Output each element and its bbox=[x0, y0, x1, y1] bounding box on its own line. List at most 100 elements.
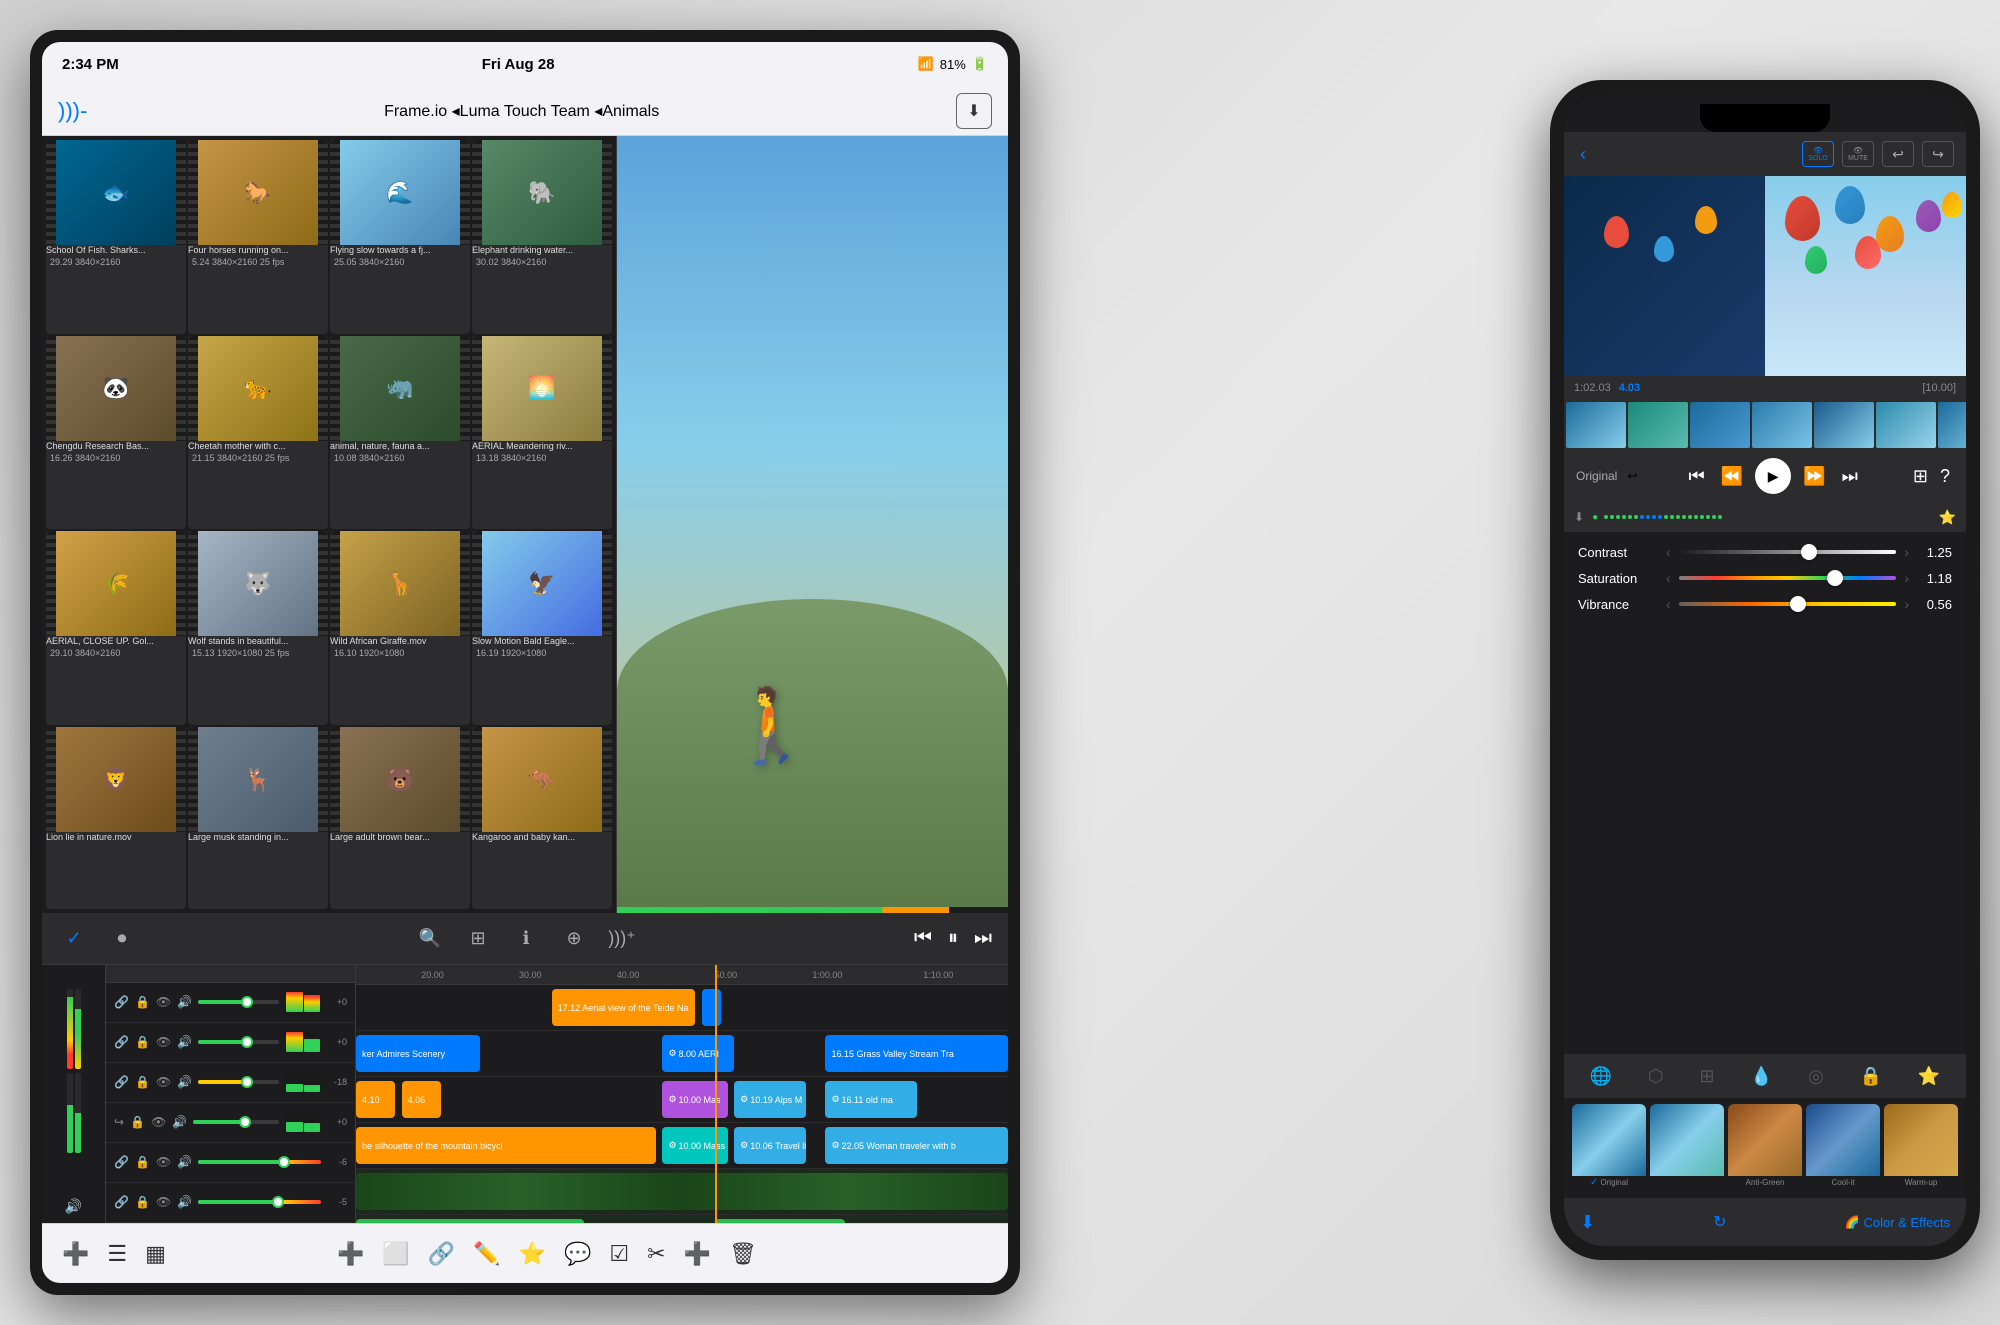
download-button[interactable]: ⬇ bbox=[956, 93, 992, 129]
phone-help-btn[interactable]: ? bbox=[1936, 462, 1954, 491]
marker-button[interactable]: 💬 bbox=[564, 1241, 591, 1267]
audio-icon[interactable]: 🔊 bbox=[177, 1075, 192, 1089]
lut-cool-it[interactable]: Cool-it bbox=[1806, 1104, 1880, 1192]
media-item[interactable]: 🦏 animal, nature, fauna a... 10.08 3840×… bbox=[330, 336, 470, 530]
eye-icon[interactable]: 👁 bbox=[156, 1155, 171, 1169]
audio-clip[interactable]: 🔊 7.00 bbox=[715, 1219, 845, 1223]
link-icon[interactable]: 🔗 bbox=[114, 1195, 129, 1209]
back-button[interactable]: ‹ bbox=[1576, 140, 1590, 169]
checkbox-button[interactable]: ☑ bbox=[609, 1241, 629, 1267]
link-icon[interactable]: 🔗 bbox=[114, 995, 129, 1009]
audio-icon[interactable]: 🔊 bbox=[177, 995, 192, 1009]
clip[interactable] bbox=[702, 989, 722, 1026]
skip-back-button[interactable]: ⏮ bbox=[914, 927, 932, 950]
clip-grass-valley[interactable]: 16.15 Grass Valley Stream Tra bbox=[825, 1035, 1008, 1072]
pencil-button[interactable]: ✏️ bbox=[473, 1241, 500, 1267]
volume-slider-a1[interactable] bbox=[198, 1160, 321, 1164]
eye-icon[interactable]: 👁 bbox=[156, 1075, 171, 1089]
clip[interactable]: ⚙10.00 Mass a bbox=[662, 1127, 727, 1164]
vibrance-slider[interactable] bbox=[1679, 602, 1897, 606]
eye-icon[interactable]: 👁 bbox=[156, 995, 171, 1009]
media-item[interactable]: 🐆 Cheetah mother with c... 21.15 3840×21… bbox=[188, 336, 328, 530]
audio-icon[interactable]: 🔊 bbox=[177, 1155, 192, 1169]
trim-button[interactable]: ⬜ bbox=[382, 1241, 409, 1267]
link-icon[interactable]: 🔗 bbox=[114, 1035, 129, 1049]
phone-skip-fwd[interactable]: ⏭ bbox=[1838, 462, 1862, 491]
filter-tab-grid[interactable]: ⊞ bbox=[1693, 1060, 1720, 1093]
phone-fast-forward[interactable]: ⏩ bbox=[1799, 462, 1829, 491]
phone-refresh-button[interactable]: ↻ bbox=[1713, 1212, 1726, 1232]
audio-icon[interactable]: 🔊 bbox=[177, 1035, 192, 1049]
clip[interactable]: ⚙10.19 Alps M bbox=[734, 1081, 806, 1118]
media-item[interactable]: 🦌 Large musk standing in... bbox=[188, 727, 328, 909]
waveform-button[interactable]: )))⁺ bbox=[606, 923, 638, 955]
info-button[interactable]: ℹ bbox=[510, 923, 542, 955]
lock-icon[interactable]: 🔒 bbox=[135, 1075, 150, 1089]
media-item[interactable]: 🌅 AERIAL Meandering riv... 13.18 3840×21… bbox=[472, 336, 612, 530]
lock-icon[interactable]: 🔒 bbox=[135, 995, 150, 1009]
pause-button[interactable]: ⏸ bbox=[948, 927, 958, 950]
lut-anti-green[interactable]: Anti-Green bbox=[1728, 1104, 1802, 1192]
color-effects-button[interactable]: 🌈 Color & Effects bbox=[1845, 1215, 1950, 1230]
clip[interactable]: he silhouette of the mountain bicycl bbox=[356, 1127, 656, 1164]
grid-view-button[interactable]: ▦ bbox=[145, 1241, 166, 1267]
media-item[interactable]: 🐺 Wolf stands in beautiful... 15.13 1920… bbox=[188, 531, 328, 725]
media-item[interactable]: 🌾 AERIAL, CLOSE UP. Gol... 29.10 3840×21… bbox=[46, 531, 186, 725]
media-item[interactable]: 🌊 Flying slow towards a fj... 25.05 3840… bbox=[330, 140, 470, 334]
lock-icon[interactable]: 🔒 bbox=[135, 1155, 150, 1169]
volume-slider-v1[interactable] bbox=[198, 1000, 279, 1004]
phone-play[interactable]: ▶ bbox=[1755, 458, 1791, 494]
phone-skip-back[interactable]: ⏮ bbox=[1685, 462, 1709, 491]
media-item[interactable]: 🦘 Kangaroo and baby kan... bbox=[472, 727, 612, 909]
mute-button[interactable]: 👁 MUTE bbox=[1842, 141, 1874, 167]
add-track-button[interactable]: ➕ bbox=[62, 1241, 89, 1267]
clip[interactable]: 4.10 bbox=[356, 1081, 395, 1118]
redo-button[interactable]: ↪ bbox=[1922, 141, 1954, 167]
eye-icon[interactable]: 👁 bbox=[151, 1115, 166, 1129]
arrow-icon[interactable]: ↪ bbox=[114, 1115, 124, 1129]
volume-slider-v3[interactable] bbox=[198, 1080, 279, 1084]
contrast-slider[interactable] bbox=[1679, 550, 1897, 554]
media-item[interactable]: 🦅 Slow Motion Bald Eagle... 16.19 1920×1… bbox=[472, 531, 612, 725]
media-item[interactable]: 🐻 Large adult brown bear... bbox=[330, 727, 470, 909]
volume-slider-v4[interactable] bbox=[193, 1120, 279, 1124]
media-item[interactable]: 🐎 Four horses running on... 5.24 3840×21… bbox=[188, 140, 328, 334]
clip[interactable]: 17.12 Aerial view of the Teide Na bbox=[552, 989, 695, 1026]
clip[interactable]: ⚙8.00 AERI bbox=[662, 1035, 734, 1072]
delete-button[interactable]: 🗑 bbox=[729, 1241, 757, 1267]
audio-clip[interactable] bbox=[356, 1173, 1008, 1210]
clip[interactable]: ⚙10.00 Mas bbox=[662, 1081, 727, 1118]
eye-icon[interactable]: 👁 bbox=[156, 1195, 171, 1209]
filter-tab-lock[interactable]: 🔒 bbox=[1854, 1060, 1888, 1093]
solo-button[interactable]: 👁 SOLO bbox=[1802, 141, 1834, 167]
lut-item-2[interactable] bbox=[1650, 1104, 1724, 1192]
audio-icon[interactable]: 🔊 bbox=[177, 1195, 192, 1209]
audio-clip[interactable]: 🔊 4.14 bbox=[356, 1219, 584, 1223]
clip[interactable]: ⚙16.11 old ma bbox=[825, 1081, 916, 1118]
contrast-decrease[interactable]: ‹ bbox=[1666, 544, 1671, 560]
list-view-button[interactable]: ☰ bbox=[107, 1241, 127, 1267]
volume-slider-v2[interactable] bbox=[198, 1040, 279, 1044]
lock-icon[interactable]: 🔒 bbox=[135, 1195, 150, 1209]
clip[interactable]: 4.06 bbox=[402, 1081, 441, 1118]
link-button[interactable]: 🔗 bbox=[428, 1241, 455, 1267]
clip[interactable]: ⚙22.05 Woman traveler with b bbox=[825, 1127, 1008, 1164]
audio-icon[interactable]: 🔊 bbox=[172, 1115, 187, 1129]
filter-tab-star[interactable]: ⭐ bbox=[1912, 1060, 1946, 1093]
phone-layout-btn[interactable]: ⊞ bbox=[1909, 462, 1932, 491]
lut-original[interactable]: ✓ Original bbox=[1572, 1104, 1646, 1192]
vibrance-decrease[interactable]: ‹ bbox=[1666, 596, 1671, 612]
media-item[interactable]: 🦒 Wild African Giraffe.mov 16.10 1920×10… bbox=[330, 531, 470, 725]
lock-icon[interactable]: 🔒 bbox=[135, 1035, 150, 1049]
list-button[interactable]: ⊞ bbox=[462, 923, 494, 955]
filter-tab-3d[interactable]: ⬡ bbox=[1642, 1060, 1670, 1093]
saturation-decrease[interactable]: ‹ bbox=[1666, 570, 1671, 586]
cut-button[interactable]: ✂ bbox=[647, 1241, 665, 1267]
media-item[interactable]: 🐟 School Of Fish. Sharks... 29.29 3840×2… bbox=[46, 140, 186, 334]
checkmark-button[interactable]: ✓ bbox=[58, 923, 90, 955]
search-button[interactable]: 🔍 bbox=[414, 923, 446, 955]
saturation-increase[interactable]: › bbox=[1904, 570, 1909, 586]
vibrance-increase[interactable]: › bbox=[1904, 596, 1909, 612]
add-marker-button[interactable]: ⊕ bbox=[558, 923, 590, 955]
undo-button[interactable]: ↩ bbox=[1882, 141, 1914, 167]
